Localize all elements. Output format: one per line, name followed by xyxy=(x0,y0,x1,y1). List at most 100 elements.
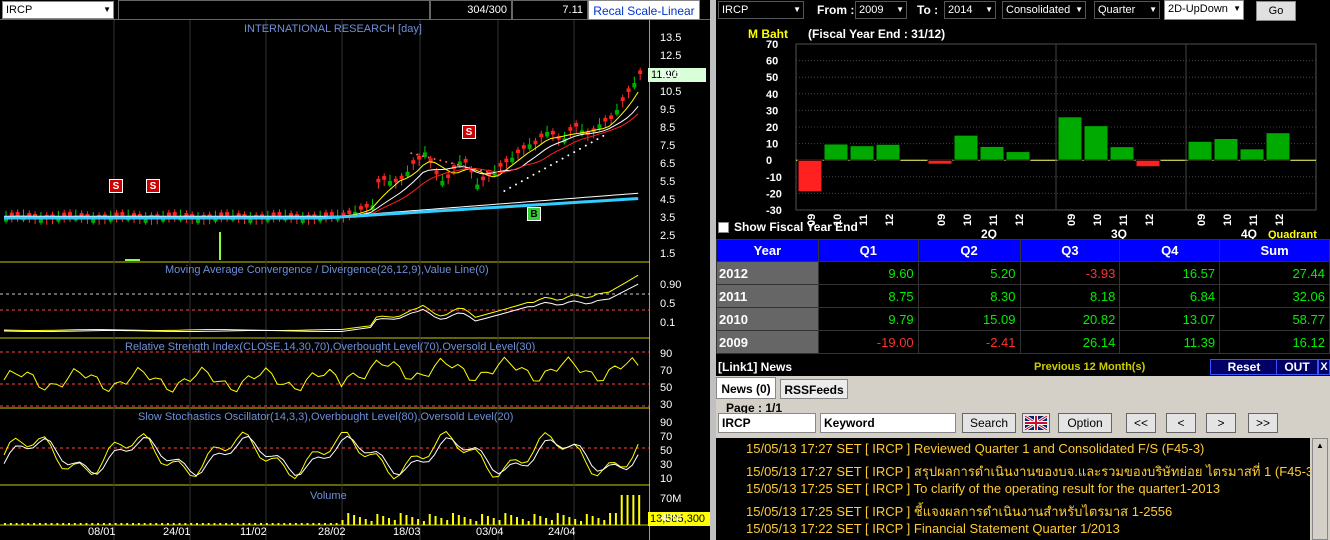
volume-bar xyxy=(417,519,420,525)
table-header-cell[interactable]: Q3 xyxy=(1019,239,1121,262)
price-tick-label: 5.5 xyxy=(660,176,676,188)
candle-body xyxy=(568,127,573,131)
table-header-cell[interactable]: Q4 xyxy=(1119,239,1221,262)
y-tick-label: 60 xyxy=(766,56,778,68)
sar-dot xyxy=(445,160,448,163)
table-row[interactable]: 2011 8.75 8.30 8.18 6.84 32.06 xyxy=(716,284,1330,308)
sar-dot xyxy=(433,157,436,160)
category-label: 12 xyxy=(1274,214,1286,226)
volume-bar xyxy=(213,523,216,525)
volume-bar xyxy=(434,516,437,525)
volume-bar xyxy=(405,515,408,525)
candle-body xyxy=(166,212,171,217)
financial-bar xyxy=(1213,138,1239,161)
volume-bar xyxy=(638,495,641,525)
volume-bar xyxy=(33,523,36,525)
scroll-up-icon[interactable]: ▲ xyxy=(1315,441,1325,451)
macd-tick-label: 0.1 xyxy=(660,317,676,329)
tab-rssfeeds[interactable]: RSSFeeds xyxy=(780,379,848,399)
keyword-input[interactable]: Keyword xyxy=(820,413,956,433)
recal-scale-button[interactable]: Recal Scale-Linear xyxy=(588,0,700,20)
news-item[interactable]: 15/05/13 17:22 SET [ IRCP ] Financial St… xyxy=(746,521,1120,536)
value-cell: 26.14 xyxy=(1019,330,1121,354)
symbol-select[interactable]: IRCP ▼ xyxy=(2,1,114,19)
period-select[interactable]: Quarter ▼ xyxy=(1094,1,1160,19)
next-page-button[interactable]: > xyxy=(1206,413,1236,433)
show-fiscal-checkbox[interactable] xyxy=(718,222,729,233)
news-item[interactable]: 15/05/13 17:27 SET [ IRCP ] สรุปผลการดำเ… xyxy=(746,461,1317,482)
sell-signal-badge[interactable]: S xyxy=(462,125,476,139)
table-row[interactable]: 2009 -19.00 -2.41 26.14 11.39 16.12 xyxy=(716,330,1330,354)
from-year-select[interactable]: 2009 ▼ xyxy=(855,1,907,19)
table-header-cell[interactable]: Q2 xyxy=(917,239,1021,262)
table-row[interactable]: 2010 9.79 15.09 20.82 13.07 58.77 xyxy=(716,307,1330,331)
go-button[interactable]: Go xyxy=(1256,1,1296,21)
plot-area[interactable] xyxy=(0,20,650,540)
volume-bar xyxy=(324,523,326,525)
news-item[interactable]: 15/05/13 17:27 SET [ IRCP ] Reviewed Qua… xyxy=(746,441,1204,456)
reset-button[interactable]: Reset xyxy=(1210,359,1278,375)
candle-body xyxy=(475,184,480,190)
volume-bar xyxy=(196,523,198,525)
sar-dot xyxy=(515,183,517,186)
news-symbol-input[interactable]: IRCP xyxy=(718,413,816,433)
value-cell: -19.00 xyxy=(817,330,919,354)
financial-bar xyxy=(1057,116,1083,161)
volume-bar xyxy=(568,517,571,525)
news-item[interactable]: 15/05/13 17:25 SET [ IRCP ] To clarify o… xyxy=(746,481,1220,496)
volume-bar xyxy=(172,523,175,525)
y-tick-label: 10 xyxy=(766,139,778,151)
news-item[interactable]: 15/05/13 17:25 SET [ IRCP ] ชี้แจงผลการด… xyxy=(746,501,1172,522)
tab-news[interactable]: News (0) xyxy=(716,377,776,399)
table-row[interactable]: 2012 9.60 5.20 -3.93 16.57 27.44 xyxy=(716,261,1330,285)
consolidated-select[interactable]: Consolidated ▼ xyxy=(1002,1,1086,19)
y-tick-label: -20 xyxy=(766,188,782,200)
date-tick-label: 28/02 xyxy=(318,526,346,538)
macd-tick-label: 0.5 xyxy=(660,298,676,310)
english-flag-button[interactable] xyxy=(1022,413,1050,433)
sar-dot xyxy=(474,168,477,171)
candle-body xyxy=(614,110,619,115)
volume-bar xyxy=(126,523,129,525)
prev-page-button[interactable]: < xyxy=(1166,413,1196,433)
to-label: To : xyxy=(917,3,939,17)
fin-symbol-select[interactable]: IRCP ▼ xyxy=(718,1,804,19)
volume-bar xyxy=(9,523,12,525)
candle-body xyxy=(405,171,410,177)
volume-bar xyxy=(225,523,228,525)
price-tick-label: 6.5 xyxy=(660,158,676,170)
financial-bar xyxy=(1239,148,1265,161)
news-scrollbar[interactable]: ▲ xyxy=(1312,438,1328,540)
to-year-select[interactable]: 2014 ▼ xyxy=(944,1,996,19)
table-header-cell[interactable]: Q1 xyxy=(817,239,919,262)
chevron-down-icon: ▼ xyxy=(103,5,111,14)
sar-dot xyxy=(485,170,488,173)
sar-dot xyxy=(410,152,413,155)
first-page-button[interactable]: << xyxy=(1126,413,1156,433)
volume-bar xyxy=(318,523,321,525)
stochastic-tick-label: 90 xyxy=(660,417,673,429)
rsi-tick-label: 70 xyxy=(660,365,673,377)
sell-signal-badge[interactable]: S xyxy=(146,179,160,193)
volume-bar xyxy=(73,523,76,525)
last-page-button[interactable]: >> xyxy=(1248,413,1278,433)
sell-signal-badge[interactable]: S xyxy=(109,179,123,193)
show-fiscal-label: Show Fiscal Year End xyxy=(734,220,858,234)
price-tick-label: 10.5 xyxy=(660,86,682,98)
option-button[interactable]: Option xyxy=(1058,413,1112,433)
candle-body xyxy=(376,178,381,183)
value-cell: 9.60 xyxy=(817,261,919,285)
period-value: Quarter xyxy=(1098,4,1136,16)
table-header-cell[interactable]: Sum xyxy=(1219,239,1330,262)
search-button[interactable]: Search xyxy=(962,413,1016,433)
candle-body xyxy=(114,212,119,217)
category-label: 11 xyxy=(1118,214,1130,226)
table-header-cell[interactable]: Year xyxy=(716,239,819,262)
view-select[interactable]: 2D-UpDown ▼ xyxy=(1164,0,1244,20)
buy-signal-badge[interactable]: B xyxy=(527,207,541,221)
candle-body xyxy=(358,206,363,210)
volume-bar xyxy=(62,523,65,525)
close-button[interactable]: X xyxy=(1318,359,1330,375)
out-button[interactable]: OUT xyxy=(1276,359,1318,375)
chevron-down-icon: ▼ xyxy=(1233,4,1241,13)
